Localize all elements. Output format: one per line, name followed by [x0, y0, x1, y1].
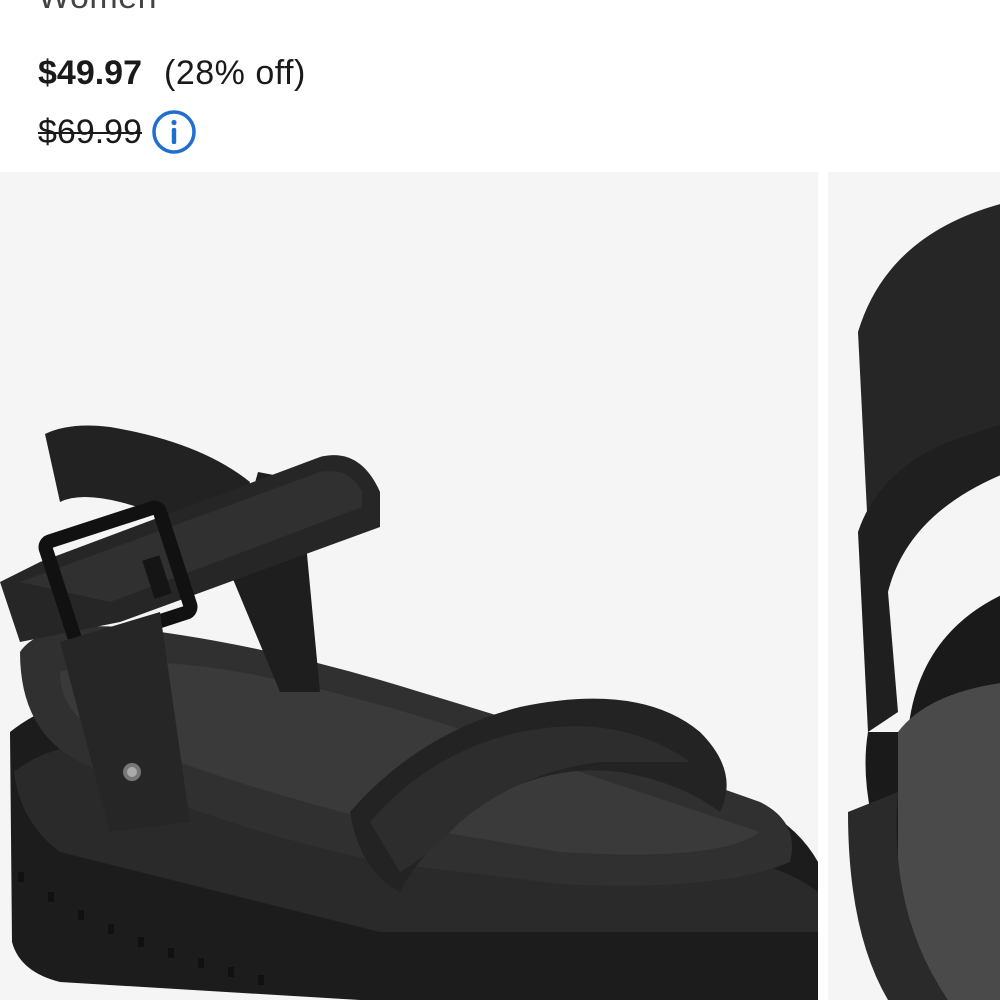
discount-percent: (28% off)	[164, 54, 306, 92]
sale-price: $49.97	[38, 54, 142, 92]
price-row: $49.97 (28% off)	[38, 54, 306, 93]
product-image-main[interactable]	[0, 172, 818, 1000]
product-image-secondary[interactable]	[828, 172, 1000, 1000]
sandal-image	[0, 425, 818, 1000]
sandal-closeup-image	[848, 204, 1000, 1000]
product-subtitle: Women	[38, 0, 157, 17]
original-price: $69.99	[38, 112, 142, 151]
info-circle-icon[interactable]	[150, 108, 198, 156]
original-price-row: $69.99	[38, 108, 198, 156]
product-page: Women $49.97 (28% off) $69.99	[0, 0, 1000, 1000]
product-image-carousel[interactable]	[0, 172, 1000, 1000]
